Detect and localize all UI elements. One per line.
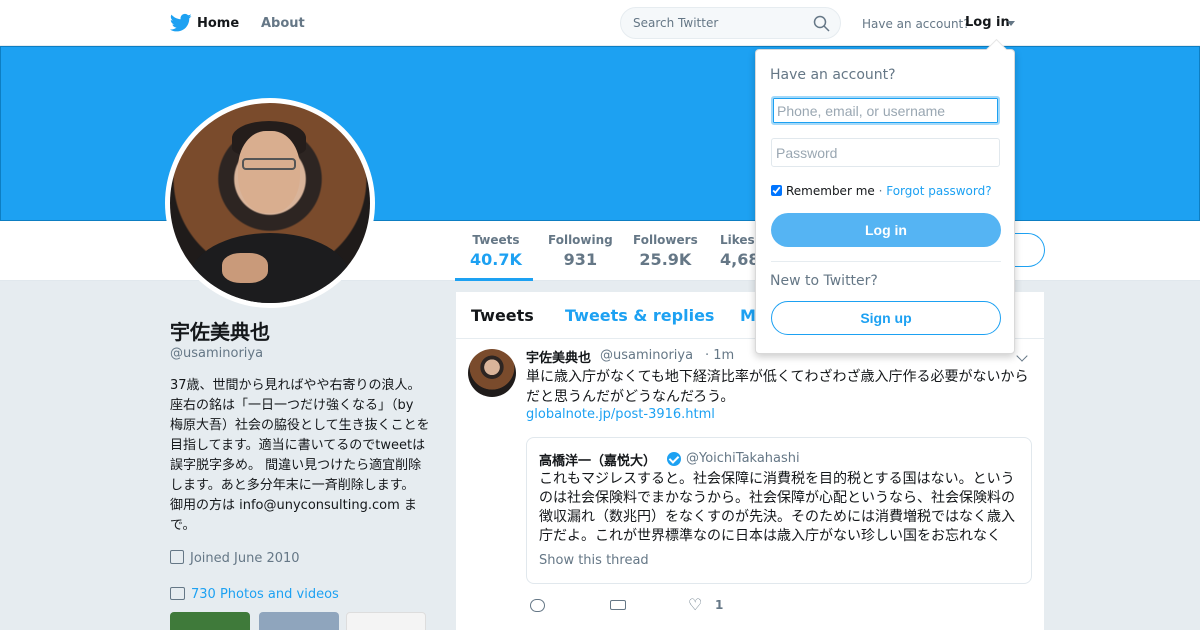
quote-text: これもマジレスすると。社会保障に消費税を目的税とする国はない。というのは社会保険… [539,471,1015,544]
search-icon[interactable] [813,15,830,32]
login-link[interactable]: Log in [965,15,1010,30]
chevron-down-icon[interactable] [1016,350,1028,362]
heart-icon[interactable]: ♡ [688,597,702,613]
profile-avatar[interactable] [165,98,375,308]
reply-icon[interactable] [530,599,545,612]
tweet[interactable]: 宇佐美典也 @usaminoriya · 1m 単に歳入庁がなくても地下経済比率… [456,339,1044,630]
photo-thumbnail[interactable] [259,612,339,630]
profile-bio: 37歳、世間から見ればやや右寄りの浪人。 座右の銘は「一日一つだけ強くなる」（b… [170,378,430,533]
retweet-icon[interactable] [610,600,626,610]
tab-media[interactable]: M [740,306,756,325]
stat-value: 931 [563,250,598,269]
photo-thumbnail[interactable] [170,612,250,630]
search-placeholder: Search Twitter [633,16,719,30]
remember-row: Remember me · Forgot password? [771,184,992,198]
login-button[interactable]: Log in [771,213,1001,247]
stat-value: 4,68 [720,250,760,269]
quoted-tweet[interactable]: 高橋洋一（嘉悦大） @YoichiTakahashi これもマジレスすると。社会… [526,437,1032,584]
verified-badge-icon [667,452,681,466]
photo-thumbnail[interactable] [346,612,426,630]
stat-label: Tweets [472,233,520,247]
profile-name[interactable]: 宇佐美典也 [170,316,270,345]
remember-checkbox[interactable] [771,185,782,196]
stat-label: Likes [720,233,755,247]
quote-author-name: 高橋洋一（嘉悦大） [539,454,657,469]
calendar-icon [170,550,184,564]
stat-label: Followers [633,233,698,247]
top-navigation: Home About Search Twitter Have an accoun… [0,0,1200,46]
forgot-password-link[interactable]: Forgot password? [886,184,991,198]
dropdown-title: Have an account? [770,67,896,83]
new-to-twitter-text: New to Twitter? [770,273,878,289]
tweet-avatar[interactable] [468,349,516,397]
login-dropdown: Have an account? Remember me · Forgot pa… [755,49,1015,354]
avatar-photo [170,103,370,303]
tweet-author-name[interactable]: 宇佐美典也 [526,347,591,366]
tab-tweets-replies[interactable]: Tweets & replies [565,306,714,325]
tab-tweets[interactable]: Tweets [471,306,534,325]
signup-button[interactable]: Sign up [771,301,1001,335]
search-box[interactable]: Search Twitter [620,7,841,39]
stat-followers[interactable]: Followers 25.9K [633,233,698,269]
nav-home-link[interactable]: Home [197,16,239,31]
tweet-timestamp[interactable]: · 1m [705,348,734,363]
active-tab-indicator [455,278,533,281]
stat-tweets[interactable]: Tweets 40.7K [470,233,522,269]
show-thread-link[interactable]: Show this thread [539,553,649,568]
remember-label[interactable]: Remember me [786,184,875,198]
tweet-link[interactable]: globalnote.jp/post-3916.html [526,407,715,422]
nav-about-link[interactable]: About [261,16,305,31]
caret-down-icon[interactable] [1007,21,1015,26]
photos-text[interactable]: 730 Photos and videos [191,587,339,602]
twitter-bird-icon[interactable] [170,13,192,33]
joined-text: Joined June 2010 [190,551,300,566]
image-icon [170,587,185,600]
tweet-text: 単に歳入庁がなくても地下経済比率が低くてわざわざ歳入庁作る必要がないからだと思う… [526,369,1029,405]
have-account-text: Have an account? [862,17,970,31]
joined-date: Joined June 2010 [170,550,300,566]
stat-following[interactable]: Following 931 [548,233,613,269]
stat-value: 40.7K [470,250,522,269]
stat-likes[interactable]: Likes 4,68 [720,233,759,269]
like-count: 1 [715,598,724,612]
quote-author-handle: @YoichiTakahashi [686,451,800,466]
stat-label: Following [548,233,613,247]
tweet-author-handle[interactable]: @usaminoriya [600,348,693,363]
dropdown-divider [771,261,1001,262]
photos-link[interactable]: 730 Photos and videos [170,587,339,602]
stat-value: 25.9K [639,250,692,269]
password-field[interactable] [771,138,1000,167]
separator-dot: · [874,184,887,198]
username-field[interactable] [771,96,1000,125]
profile-handle[interactable]: @usaminoriya [170,346,263,361]
